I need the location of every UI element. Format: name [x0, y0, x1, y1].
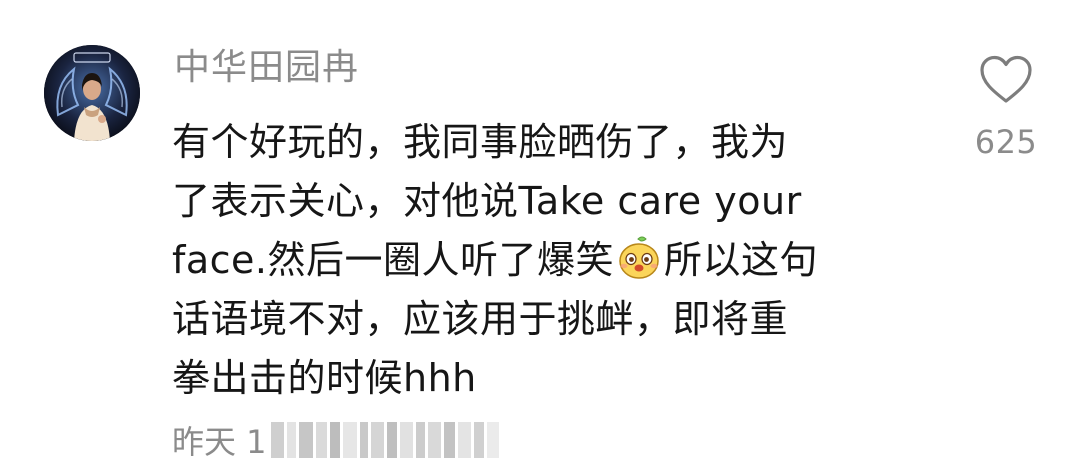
comment-line: face.然后一圈人听了爆笑 所以这句 — [172, 231, 932, 290]
username[interactable]: 中华田园冉 — [174, 44, 359, 92]
heart-outline-icon — [980, 55, 1032, 103]
comment-line: 拳出击的时候hhh — [172, 356, 477, 400]
comment-line: 有个好玩的，我同事脸晒伤了，我为 — [172, 120, 789, 164]
user-avatar-icon — [44, 45, 140, 141]
comment-text: 有个好玩的，我同事脸晒伤了，我为 了表示关心，对他说Take care your… — [172, 113, 932, 408]
redaction-mosaic — [270, 420, 499, 460]
comment-line: 了表示关心，对他说Take care your — [172, 179, 802, 223]
laughing-sticker-emoji-icon — [616, 235, 662, 281]
avatar[interactable] — [44, 45, 140, 141]
like-count: 625 — [974, 123, 1038, 161]
comment-line: 话语境不对，应该用于挑衅，即将重 — [172, 297, 789, 341]
comment-line-segment: 所以这句 — [664, 238, 819, 282]
comment-meta: 昨天 1 — [172, 416, 499, 464]
comment-item: 中华田园冉 有个好玩的，我同事脸晒伤了，我为 了表示关心，对他说Take car… — [0, 0, 1078, 468]
comment-line-segment: face.然后一圈人听了爆笑 — [172, 238, 615, 282]
timestamp: 昨天 1 — [172, 423, 267, 461]
like-button[interactable]: 625 — [966, 55, 1046, 175]
